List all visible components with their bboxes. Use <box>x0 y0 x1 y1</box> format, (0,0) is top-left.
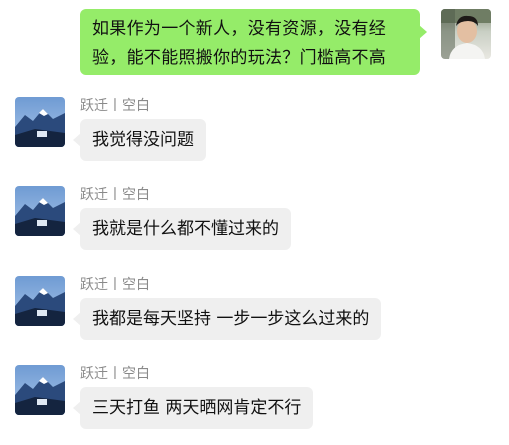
person-photo-icon <box>441 9 491 59</box>
incoming-message-text: 我觉得没问题 <box>92 130 194 150</box>
contact-avatar[interactable] <box>15 365 65 415</box>
mountain-landscape-icon <box>15 365 65 415</box>
incoming-message-bubble[interactable]: 我都是每天坚持 一步一步这么过来的 <box>72 298 382 340</box>
mountain-landscape-icon <box>15 97 65 147</box>
incoming-message-row: 跃迁丨空白 我就是什么都不懂过来的 <box>0 186 509 266</box>
self-avatar[interactable] <box>441 9 491 59</box>
incoming-message-row: 跃迁丨空白 我觉得没问题 <box>0 97 509 177</box>
incoming-message-text: 我就是什么都不懂过来的 <box>92 219 279 239</box>
sender-name: 跃迁丨空白 <box>80 187 150 203</box>
incoming-message-row: 跃迁丨空白 我都是每天坚持 一步一步这么过来的 <box>0 276 509 356</box>
sender-name: 跃迁丨空白 <box>80 366 150 382</box>
incoming-message-bubble[interactable]: 我就是什么都不懂过来的 <box>73 208 291 250</box>
incoming-message-row: 跃迁丨空白 三天打鱼 两天晒网肯定不行 <box>0 365 509 445</box>
contact-avatar[interactable] <box>15 276 65 326</box>
mountain-landscape-icon <box>15 186 65 236</box>
incoming-message-bubble[interactable]: 我觉得没问题 <box>73 119 206 161</box>
contact-avatar[interactable] <box>15 97 65 147</box>
sender-name: 跃迁丨空白 <box>80 98 150 114</box>
outgoing-message-text: 如果作为一个新人，没有资源，没有经验，能不能照搬你的玩法？门槛高不高 <box>92 19 387 68</box>
incoming-message-bubble[interactable]: 三天打鱼 两天晒网肯定不行 <box>72 387 314 429</box>
incoming-message-text: 三天打鱼 两天晒网肯定不行 <box>92 398 302 418</box>
chat-message-list: 如果作为一个新人，没有资源，没有经验，能不能照搬你的玩法？门槛高不高 跃迁丨空白… <box>0 0 509 442</box>
incoming-message-text: 我都是每天坚持 一步一步这么过来的 <box>92 309 370 329</box>
outgoing-message-row: 如果作为一个新人，没有资源，没有经验，能不能照搬你的玩法？门槛高不高 <box>0 9 509 79</box>
contact-avatar[interactable] <box>15 186 65 236</box>
sender-name: 跃迁丨空白 <box>80 277 150 293</box>
mountain-landscape-icon <box>15 276 65 326</box>
outgoing-message-bubble[interactable]: 如果作为一个新人，没有资源，没有经验，能不能照搬你的玩法？门槛高不高 <box>80 9 427 75</box>
